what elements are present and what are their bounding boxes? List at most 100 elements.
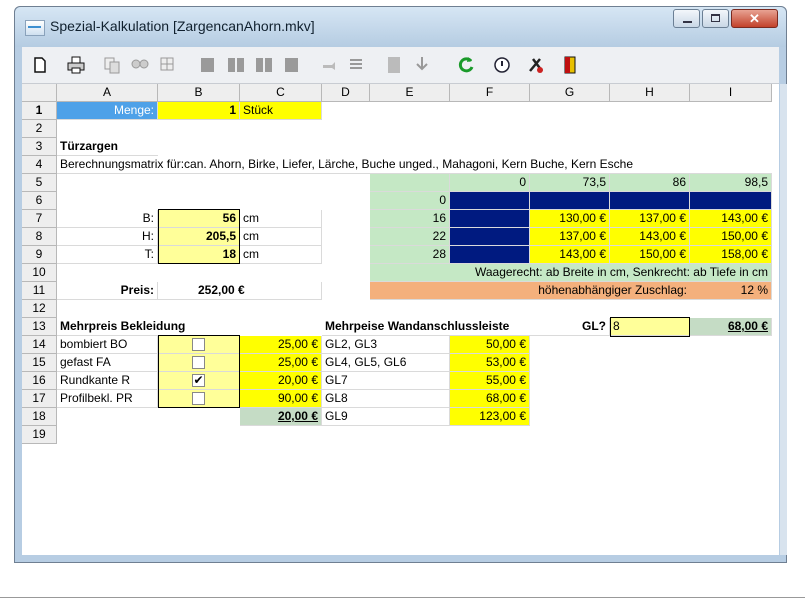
row-header[interactable]: 1 <box>22 102 57 120</box>
row-header[interactable]: 11 <box>22 282 57 300</box>
col-header-i[interactable]: I <box>690 84 772 102</box>
row-header[interactable]: 17 <box>22 390 57 408</box>
close-button[interactable]: ✕ <box>731 9 778 28</box>
calculator-icon[interactable] <box>384 55 404 75</box>
matrix-width-header[interactable]: 73,5 <box>530 174 610 192</box>
surcharge-label[interactable]: höhenabhängiger Zuschlag: <box>370 282 690 300</box>
row-header[interactable]: 2 <box>22 120 57 138</box>
matrix-width-header[interactable]: 98,5 <box>690 174 772 192</box>
book-open-icon[interactable] <box>226 55 246 75</box>
matrix-price-cell[interactable]: 137,00 € <box>610 210 690 228</box>
matrix-cell[interactable] <box>450 210 530 228</box>
row-header[interactable]: 14 <box>22 336 57 354</box>
vertical-scrollbar[interactable] <box>780 84 787 555</box>
dim-h-input[interactable]: 205,5 <box>158 228 240 246</box>
menge-label[interactable]: Menge: <box>57 102 158 120</box>
bekleidung-label[interactable]: Profilbekl. PR <box>57 390 158 408</box>
gl-input[interactable]: 8 <box>610 318 690 336</box>
wandanschluss-price[interactable]: 53,00 € <box>450 354 530 372</box>
surcharge-value[interactable]: 12 % <box>690 282 772 300</box>
hand-pointer-icon[interactable] <box>320 55 340 75</box>
row-header[interactable]: 3 <box>22 138 57 156</box>
checkbox[interactable] <box>192 392 205 405</box>
maximize-button[interactable] <box>702 9 729 28</box>
row-header[interactable]: 6 <box>22 192 57 210</box>
matrix-cell[interactable] <box>450 228 530 246</box>
matrix-price-cell[interactable]: 158,00 € <box>690 246 772 264</box>
bekleidung-total[interactable]: 20,00 € <box>240 408 322 426</box>
bekleidung-price[interactable]: 90,00 € <box>240 390 322 408</box>
wandanschluss-label[interactable]: GL4, GL5, GL6 <box>322 354 450 372</box>
col-header-e[interactable]: E <box>370 84 450 102</box>
bekleidung-price[interactable]: 20,00 € <box>240 372 322 390</box>
matrix-cell[interactable] <box>610 192 690 210</box>
bekleidung-heading[interactable]: Mehrpreis Bekleidung <box>57 318 240 336</box>
row-header[interactable]: 4 <box>22 156 57 174</box>
matrix-corner-cell[interactable] <box>370 174 450 192</box>
print-icon[interactable] <box>66 55 86 75</box>
refresh-icon[interactable] <box>456 55 476 75</box>
wandanschluss-heading[interactable]: Mehrpeise Wandanschlussleiste <box>322 318 550 336</box>
bekleidung-price[interactable]: 25,00 € <box>240 354 322 372</box>
matrix-cell[interactable] <box>450 246 530 264</box>
col-header-a[interactable]: A <box>57 84 158 102</box>
wandanschluss-label[interactable]: GL2, GL3 <box>322 336 450 354</box>
col-header-c[interactable]: C <box>240 84 322 102</box>
new-document-icon[interactable] <box>30 55 50 75</box>
matrix-cell[interactable] <box>450 192 530 210</box>
matrix-width-header[interactable]: 86 <box>610 174 690 192</box>
dim-t-unit[interactable]: cm <box>240 246 322 264</box>
checkbox[interactable] <box>192 356 205 369</box>
bookmark-icon[interactable] <box>282 55 302 75</box>
matrix-price-cell[interactable]: 150,00 € <box>610 246 690 264</box>
row-header[interactable]: 19 <box>22 426 57 444</box>
list-icon[interactable] <box>346 55 366 75</box>
matrix-depth-header[interactable]: 16 <box>370 210 450 228</box>
matrix-depth-header[interactable]: 0 <box>370 192 450 210</box>
row-header[interactable]: 10 <box>22 264 57 282</box>
wandanschluss-label[interactable]: GL8 <box>322 390 450 408</box>
row-header[interactable]: 16 <box>22 372 57 390</box>
import-icon[interactable] <box>412 55 432 75</box>
section-heading[interactable]: Türzargen <box>57 138 158 156</box>
gl-price[interactable]: 68,00 € <box>690 318 772 336</box>
bekleidung-checkbox-cell[interactable] <box>158 390 240 408</box>
dim-b-input[interactable]: 56 <box>158 210 240 228</box>
matrix-price-cell[interactable]: 150,00 € <box>690 228 772 246</box>
title-bar[interactable]: Spezial-Kalkulation [ZargencanAhorn.mkv]… <box>15 7 786 47</box>
col-header-d[interactable]: D <box>322 84 370 102</box>
matrix-note[interactable]: Waagerecht: ab Breite in cm, Senkrecht: … <box>370 264 772 282</box>
bekleidung-checkbox-cell[interactable]: ✔ <box>158 372 240 390</box>
info-icon[interactable] <box>492 55 512 75</box>
wandanschluss-label[interactable]: GL7 <box>322 372 450 390</box>
grid-corner[interactable] <box>22 84 57 102</box>
matrix-price-cell[interactable]: 143,00 € <box>690 210 772 228</box>
dim-h-label[interactable]: H: <box>57 228 158 246</box>
copy-icon[interactable] <box>102 55 122 75</box>
matrix-cell[interactable] <box>690 192 772 210</box>
books-icon[interactable] <box>254 55 274 75</box>
dim-t-label[interactable]: T: <box>57 246 158 264</box>
bekleidung-label[interactable]: gefast FA <box>57 354 158 372</box>
matrix-price-cell[interactable]: 143,00 € <box>530 246 610 264</box>
matrix-depth-header[interactable]: 22 <box>370 228 450 246</box>
price-value[interactable]: 252,00 € <box>158 282 322 300</box>
row-header[interactable]: 8 <box>22 228 57 246</box>
wandanschluss-price[interactable]: 123,00 € <box>450 408 530 426</box>
row-header[interactable]: 15 <box>22 354 57 372</box>
checkbox-checked[interactable]: ✔ <box>192 374 205 387</box>
row-header[interactable]: 12 <box>22 300 57 318</box>
bekleidung-checkbox-cell[interactable] <box>158 336 240 354</box>
exit-door-icon[interactable] <box>560 55 580 75</box>
bekleidung-checkbox-cell[interactable] <box>158 354 240 372</box>
book-icon[interactable] <box>198 55 218 75</box>
dim-h-unit[interactable]: cm <box>240 228 322 246</box>
checkbox[interactable] <box>192 338 205 351</box>
bekleidung-label[interactable]: Rundkante R <box>57 372 158 390</box>
bekleidung-label[interactable]: bombiert BO <box>57 336 158 354</box>
menge-unit[interactable]: Stück <box>240 102 322 120</box>
menge-value[interactable]: 1 <box>158 102 240 120</box>
find-icon[interactable] <box>130 55 150 75</box>
col-header-b[interactable]: B <box>158 84 240 102</box>
col-header-f[interactable]: F <box>450 84 530 102</box>
